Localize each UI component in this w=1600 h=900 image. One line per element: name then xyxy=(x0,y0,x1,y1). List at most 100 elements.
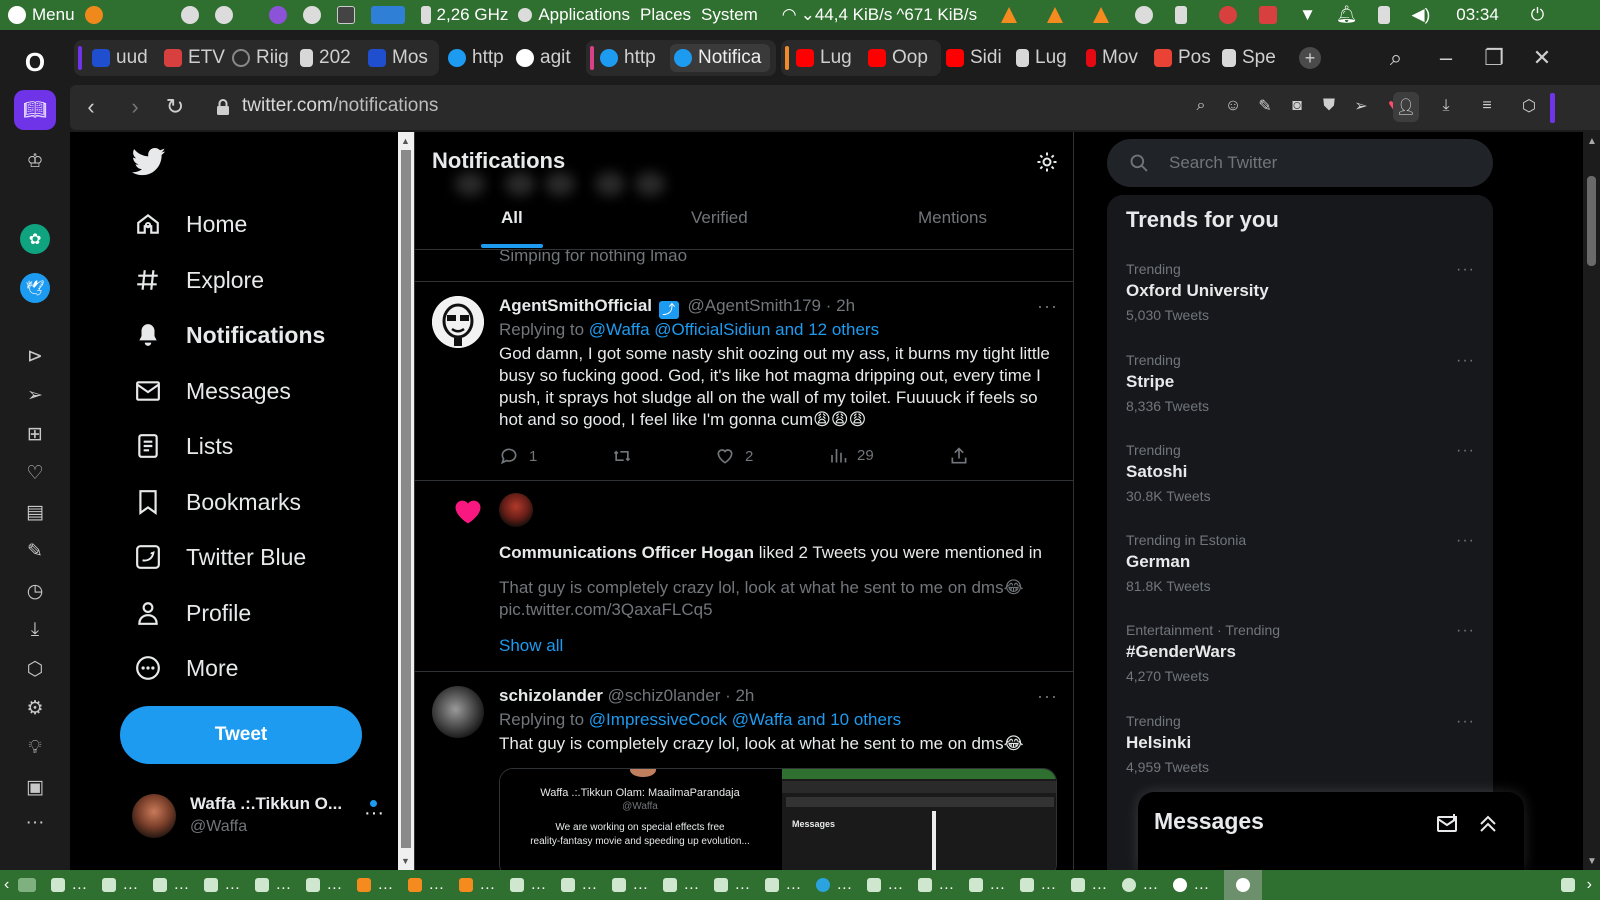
gear-icon[interactable] xyxy=(1035,150,1059,174)
tab-7[interactable]: agit xyxy=(516,44,578,72)
taskbar-window[interactable]: … xyxy=(510,870,552,900)
sidebar-extensions-button[interactable]: ⬡ xyxy=(20,654,50,684)
trend-more-button[interactable]: ··· xyxy=(1456,713,1475,731)
taskbar-window[interactable]: … xyxy=(1071,870,1113,900)
avatar[interactable] xyxy=(432,686,484,738)
trend-item[interactable]: Trending Helsinki 4,959 Tweets ··· xyxy=(1126,713,1476,775)
sidebar-favorites-button[interactable]: ♡ xyxy=(20,458,50,488)
sidebar-more-button[interactable]: ··· xyxy=(20,808,50,838)
reply-button[interactable]: 1 xyxy=(499,446,537,466)
addr-snapshot-button[interactable]: ◙ xyxy=(1286,95,1308,117)
media-image-right[interactable]: Messages xyxy=(782,769,1056,870)
addr-edit-button[interactable]: ✎ xyxy=(1254,95,1276,117)
restore-button[interactable]: ❐ xyxy=(1478,42,1510,74)
nav-home[interactable]: Home xyxy=(134,204,247,244)
taskbar-window[interactable]: … xyxy=(867,870,909,900)
profile-button[interactable]: 👤︎ xyxy=(1393,92,1419,122)
tab-10[interactable]: Lug xyxy=(796,44,864,72)
search-input[interactable]: Search Twitter xyxy=(1107,139,1493,187)
sidebar-player-button[interactable]: ⊳ xyxy=(20,341,50,371)
like-button[interactable]: 2 xyxy=(715,446,753,466)
author-handle[interactable]: @schiz0lander xyxy=(608,686,721,705)
back-button[interactable]: ‹ xyxy=(76,92,106,122)
addr-emoji-button[interactable]: ☺ xyxy=(1222,95,1244,117)
tab-4[interactable]: 202 xyxy=(300,44,362,72)
tab-14[interactable]: Mov xyxy=(1086,44,1150,72)
trend-more-button[interactable]: ··· xyxy=(1456,622,1475,640)
chevron-up-double-icon[interactable] xyxy=(1476,812,1500,836)
taskbar-window[interactable]: … xyxy=(765,870,807,900)
tray-vlc-1[interactable] xyxy=(1001,0,1023,30)
trend-item[interactable]: Trending Oxford University 5,030 Tweets … xyxy=(1126,261,1476,323)
opera-menu-button[interactable]: O xyxy=(18,45,52,79)
clock[interactable]: 03:34 xyxy=(1456,0,1499,30)
taskbar-window[interactable]: … xyxy=(357,870,399,900)
tweet-item[interactable]: schizolander @schiz0lander · 2h ··· Repl… xyxy=(415,672,1073,870)
trend-more-button[interactable]: ··· xyxy=(1456,442,1475,460)
scroll-down-icon[interactable]: ▼ xyxy=(401,856,410,866)
tab-notifications[interactable]: Notifica xyxy=(670,44,770,72)
sidebar-tips-button[interactable]: 💡︎ xyxy=(20,733,50,763)
like-notification[interactable]: Communications Officer Hogan liked 2 Twe… xyxy=(415,481,1073,672)
taskbar-window[interactable]: … xyxy=(102,870,144,900)
addr-adblock-button[interactable]: ⛊ xyxy=(1318,95,1340,117)
taskbar-window[interactable]: … xyxy=(153,870,195,900)
mention-links[interactable]: @Waffa @OfficialSidiun and 12 others xyxy=(589,320,879,339)
sidebar-settings-button[interactable]: ⚙ xyxy=(20,693,50,723)
avatar[interactable] xyxy=(499,493,533,527)
sidebar-crown-button[interactable]: ♔ xyxy=(20,146,50,176)
tab-5[interactable]: Mos xyxy=(368,44,434,72)
tray-notifications[interactable]: 🔔︎ xyxy=(1336,0,1358,30)
taskbar-scroll-left[interactable]: ‹ xyxy=(4,870,9,900)
account-switcher[interactable]: Waffa .:.Tikkun O... @Waffa ··· xyxy=(132,786,384,846)
tray-vlc-2[interactable] xyxy=(1047,0,1069,30)
tab-1[interactable]: uud xyxy=(92,44,158,72)
nav-lists[interactable]: Lists xyxy=(134,426,233,466)
taskbar-window[interactable]: … xyxy=(459,870,501,900)
tweet-button[interactable]: Tweet xyxy=(120,706,362,764)
tweet-time[interactable]: · 2h xyxy=(826,296,855,315)
extensions-button[interactable]: ⬡ xyxy=(1518,95,1540,117)
downloads-button[interactable]: ⤓ xyxy=(1435,95,1457,117)
author-handle[interactable]: @AgentSmith179 xyxy=(687,296,821,315)
tray-bluetooth[interactable] xyxy=(1175,0,1193,30)
reload-button[interactable]: ↻ xyxy=(160,92,190,122)
tray-volume[interactable]: ◀︎) xyxy=(1412,0,1431,30)
sidebar-tabs-button[interactable]: ▤ xyxy=(20,497,50,527)
left-scrollbar[interactable]: ▲ ▼ xyxy=(398,132,414,870)
sidebar-downloads-button[interactable]: ⤓ xyxy=(20,615,50,645)
sidebar-reader-button[interactable]: 📖︎ xyxy=(14,90,56,130)
trend-more-button[interactable]: ··· xyxy=(1456,532,1475,550)
scroll-up-icon[interactable]: ▲ xyxy=(401,136,410,146)
sidebar-toggle-indicator[interactable] xyxy=(1550,93,1555,123)
tab-verified[interactable]: Verified xyxy=(691,208,748,228)
tab-2[interactable]: ETV xyxy=(164,44,228,72)
nav-more[interactable]: More xyxy=(134,648,238,688)
taskbar-window[interactable]: … xyxy=(918,870,960,900)
forward-button[interactable]: › xyxy=(120,92,150,122)
sidebar-pinboard-button[interactable]: ▣ xyxy=(20,772,50,802)
taskbar-window[interactable]: … xyxy=(714,870,756,900)
tray-xbox[interactable] xyxy=(1135,0,1159,30)
tab-all[interactable]: All xyxy=(501,208,523,228)
trend-more-button[interactable]: ··· xyxy=(1456,352,1475,370)
tab-12[interactable]: Sidi xyxy=(946,44,1010,72)
launcher-opera[interactable] xyxy=(302,0,327,30)
launcher-inkscape[interactable] xyxy=(180,0,205,30)
actor-name[interactable]: Communications Officer Hogan xyxy=(499,543,754,562)
nav-twitter-blue[interactable]: Twitter Blue xyxy=(134,537,306,577)
menu-button[interactable]: Menu xyxy=(8,0,75,30)
tray-app[interactable] xyxy=(1259,0,1283,30)
nav-bookmarks[interactable]: Bookmarks xyxy=(134,482,301,522)
retweet-button[interactable] xyxy=(611,446,643,466)
sidebar-apps-button[interactable]: ⊞ xyxy=(20,419,50,449)
scroll-up-icon[interactable]: ▲ xyxy=(1587,136,1597,147)
sidebar-chatgpt-button[interactable]: ✿ xyxy=(20,224,50,254)
close-window-button[interactable]: ✕ xyxy=(1526,42,1558,74)
launcher-tor[interactable] xyxy=(268,0,293,30)
tab-16[interactable]: Spe xyxy=(1222,44,1286,72)
nav-profile[interactable]: Profile xyxy=(134,593,251,633)
tweet-time[interactable]: · 2h xyxy=(725,686,754,705)
tweet-more-button[interactable]: ··· xyxy=(1037,686,1058,707)
addr-send-button[interactable]: ➢ xyxy=(1350,95,1372,117)
